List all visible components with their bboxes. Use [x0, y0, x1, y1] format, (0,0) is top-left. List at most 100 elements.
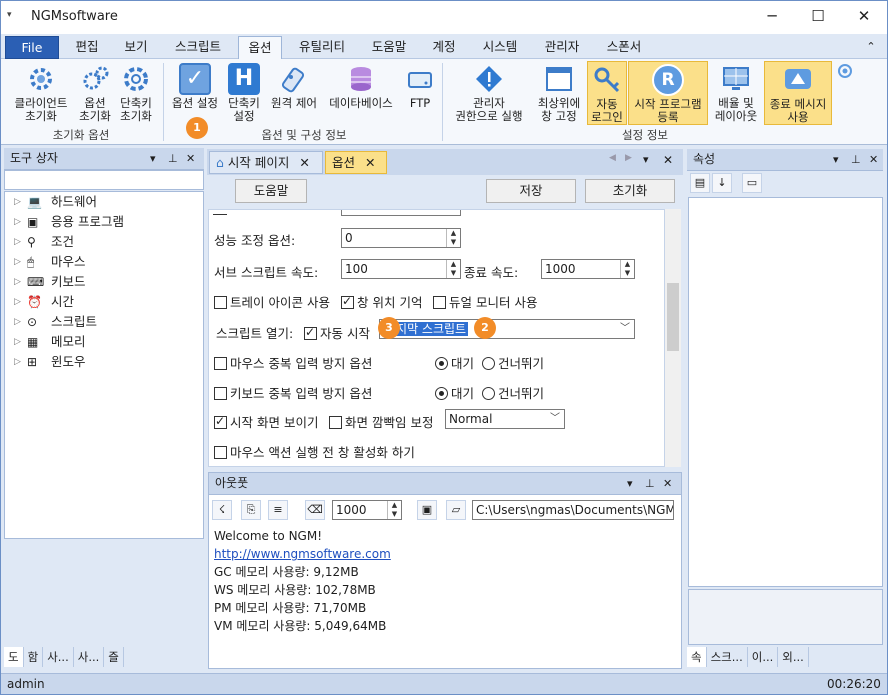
- property-pages-icon[interactable]: ▭: [742, 173, 762, 193]
- maximize-button[interactable]: ☐: [795, 1, 841, 34]
- output-interval-spinbox[interactable]: 1000 ▲ ▼: [332, 500, 402, 520]
- menu-edit[interactable]: 편집: [65, 36, 109, 59]
- tree-item-application[interactable]: ▷ ▣ 응용 프로그램: [5, 212, 203, 232]
- radio-dot[interactable]: [435, 357, 448, 370]
- pin-icon[interactable]: ⊥: [851, 149, 861, 170]
- tree-item-condition[interactable]: ▷ ⚲ 조건: [5, 232, 203, 252]
- tab-start-page[interactable]: ⌂ 시작 페이지 ✕: [209, 151, 323, 174]
- minimize-button[interactable]: ─: [749, 1, 795, 34]
- auto-start-checkbox[interactable]: [304, 325, 317, 340]
- show-start-option[interactable]: 시작 화면 보이기: [214, 412, 318, 431]
- tree-item-memory[interactable]: ▷ ▦ 메모리: [5, 332, 203, 352]
- tab-user-functions[interactable]: 사...: [74, 647, 105, 667]
- dual-monitor-option[interactable]: 듀얼 모니터 사용: [433, 292, 537, 311]
- spin-arrows-icon[interactable]: ▲ ▼: [446, 229, 460, 247]
- clear-output-icon[interactable]: ☇: [212, 500, 232, 520]
- radio-dot[interactable]: [482, 357, 495, 370]
- menu-script[interactable]: 스크립트: [164, 36, 232, 59]
- end-speed-spinbox[interactable]: 1000 ▲ ▼: [541, 259, 635, 279]
- close-icon[interactable]: ✕: [663, 153, 673, 167]
- system-menu-icon[interactable]: ▾: [7, 10, 12, 20]
- run-as-admin-button[interactable]: 관리자 권한으로 실행: [445, 61, 533, 125]
- scroll-left-icon[interactable]: ◀: [609, 153, 616, 163]
- tab-options[interactable]: 옵션 ✕: [325, 151, 387, 174]
- list-icon[interactable]: ≡: [268, 500, 288, 520]
- flicker-checkbox[interactable]: [329, 416, 342, 429]
- options-scrollbar[interactable]: [665, 209, 681, 467]
- tab-functions[interactable]: 함: [24, 647, 44, 667]
- close-icon[interactable]: ✕: [869, 149, 878, 170]
- spin-arrows-icon[interactable]: ▲ ▼: [387, 501, 401, 519]
- menu-account[interactable]: 계정: [422, 36, 466, 59]
- radio-dot[interactable]: [482, 387, 495, 400]
- mouse-dup-option[interactable]: 마우스 중복 입력 방지 옵션: [214, 353, 372, 372]
- keyboard-dup-option[interactable]: 키보드 중복 입력 방지 옵션: [214, 383, 372, 402]
- dropdown-icon[interactable]: ▾: [643, 153, 649, 166]
- tab-user[interactable]: 사...: [43, 647, 74, 667]
- mouse-dup-checkbox[interactable]: [214, 357, 227, 370]
- menu-view[interactable]: 보기: [114, 36, 158, 59]
- close-icon[interactable]: ✕: [186, 148, 195, 169]
- menu-system[interactable]: 시스템: [473, 36, 527, 59]
- tab-favorites[interactable]: 즐: [104, 647, 124, 667]
- close-button[interactable]: ✕: [841, 1, 887, 34]
- tab-properties[interactable]: 속: [687, 647, 707, 667]
- spin-arrows-icon[interactable]: ▲ ▼: [446, 260, 460, 278]
- menu-options[interactable]: 옵션: [238, 36, 282, 59]
- script-open-select[interactable]: 마지막 스크립트 ﹀: [379, 319, 635, 339]
- mouse-wait-radio[interactable]: 대기: [435, 353, 474, 372]
- activate-window-option[interactable]: 마우스 액션 실행 전 창 활성화 하기: [214, 442, 415, 461]
- help-button[interactable]: 도움말: [235, 179, 307, 203]
- tree-item-time[interactable]: ▷ ⏰ 시간: [5, 292, 203, 312]
- ftp-button[interactable]: FTP: [399, 61, 441, 125]
- sub-speed-spinbox[interactable]: 100 ▲ ▼: [341, 259, 461, 279]
- tab-external[interactable]: 외...: [778, 647, 809, 667]
- tab-script[interactable]: 스크...: [707, 647, 748, 667]
- close-icon[interactable]: ✕: [365, 155, 375, 170]
- dual-monitor-checkbox[interactable]: [433, 296, 446, 309]
- eraser-icon[interactable]: ⌫: [305, 500, 325, 520]
- keyboard-wait-radio[interactable]: 대기: [435, 383, 474, 402]
- database-button[interactable]: 데이타베이스: [323, 61, 399, 125]
- tray-icon-checkbox[interactable]: [214, 296, 227, 309]
- hotkey-reset-button[interactable]: 단축키 초기화: [115, 61, 157, 125]
- folder-icon[interactable]: ▱: [446, 500, 466, 520]
- perf-spinbox[interactable]: 0 ▲ ▼: [341, 228, 461, 248]
- output-path-field[interactable]: C:\Users\ngmas\Documents\NGM6\: [472, 500, 674, 520]
- tab-image[interactable]: 이...: [748, 647, 779, 667]
- dropdown-icon[interactable]: ▾: [833, 149, 839, 170]
- auto-login-button[interactable]: 자동 로그인: [587, 61, 627, 125]
- tab-toolbox[interactable]: 도: [4, 647, 24, 667]
- close-icon[interactable]: ✕: [663, 473, 672, 494]
- ribbon-collapse-icon[interactable]: ⌃: [861, 36, 881, 59]
- save-icon[interactable]: ▣: [417, 500, 437, 520]
- website-link[interactable]: http://www.ngmsoftware.com: [214, 547, 391, 561]
- option-setting-button[interactable]: ✓ 옵션 설정: [167, 61, 223, 125]
- auto-start-option[interactable]: 자동 시작: [304, 323, 370, 342]
- tree-item-script[interactable]: ▷ ⊙ 스크립트: [5, 312, 203, 332]
- option-reset-button[interactable]: 옵션 초기화: [75, 61, 115, 125]
- tray-icon-option[interactable]: 트레이 아이콘 사용: [214, 292, 330, 311]
- tree-item-keyboard[interactable]: ▷ ⌨ 키보드: [5, 272, 203, 292]
- keyboard-skip-radio[interactable]: 건너뛰기: [482, 383, 544, 402]
- close-icon[interactable]: ✕: [299, 155, 309, 170]
- scale-layout-button[interactable]: 배율 및 레이아웃: [710, 61, 762, 125]
- pin-icon[interactable]: ⊥: [645, 473, 655, 494]
- remember-pos-checkbox[interactable]: [341, 294, 354, 309]
- menu-file[interactable]: File: [5, 36, 59, 59]
- client-reset-button[interactable]: 클라이언트 초기화: [5, 61, 77, 125]
- refresh-icon[interactable]: [835, 63, 855, 127]
- mouse-skip-radio[interactable]: 건너뛰기: [482, 353, 544, 372]
- save-button[interactable]: 저장: [486, 179, 576, 203]
- tree-item-mouse[interactable]: ▷ 🖱 마우스: [5, 252, 203, 272]
- spin-arrows-icon[interactable]: ▲ ▼: [620, 260, 634, 278]
- menu-help[interactable]: 도움말: [363, 36, 415, 59]
- scroll-right-icon[interactable]: ▶: [625, 153, 632, 163]
- radio-dot[interactable]: [435, 387, 448, 400]
- dropdown-icon[interactable]: ▾: [627, 473, 633, 494]
- new-log-icon[interactable]: ⎘: [241, 500, 261, 520]
- pin-icon[interactable]: ⊥: [168, 148, 178, 169]
- flicker-option[interactable]: 화면 깜빡임 보정: [329, 412, 433, 431]
- reset-button[interactable]: 초기화: [585, 179, 675, 203]
- categorized-icon[interactable]: ▤: [690, 173, 710, 193]
